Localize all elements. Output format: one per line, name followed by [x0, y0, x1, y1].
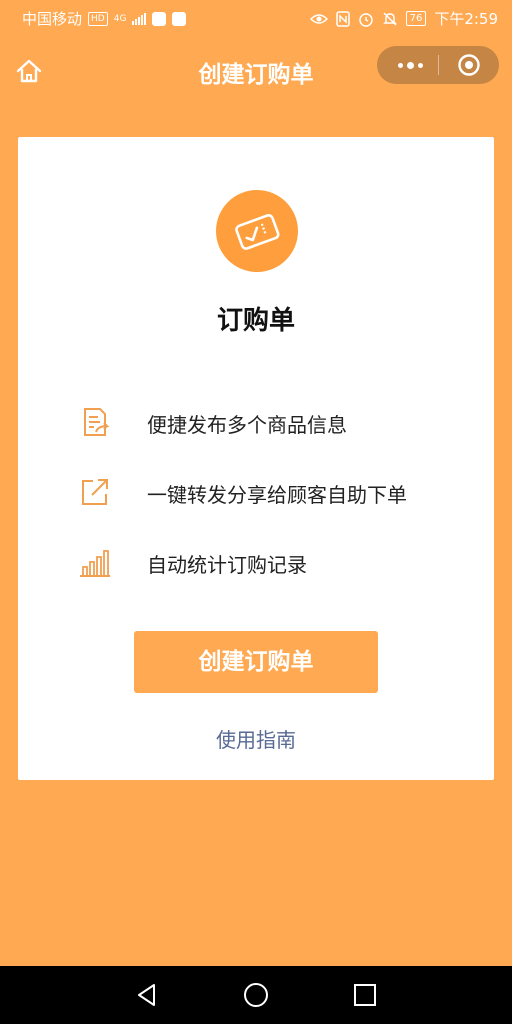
share-icon: [82, 479, 108, 505]
clock-label: 下午2:59: [434, 10, 498, 28]
video-app-icon: [152, 11, 167, 26]
home-circle-icon[interactable]: [241, 980, 271, 1010]
status-left: 中国移动 HD 4G: [22, 8, 187, 29]
feature-item: 一键转发分享给顾客自助下单: [78, 471, 478, 511]
system-nav-bar: [0, 966, 512, 1024]
recents-icon[interactable]: [350, 980, 380, 1010]
mute-icon: [382, 11, 397, 26]
status-right: 76 下午2:59: [309, 8, 498, 29]
signal-icon: [132, 12, 147, 25]
edit-document-icon: [84, 408, 110, 436]
nfc-icon: [335, 10, 350, 27]
feature-text: 一键转发分享给顾客自助下单: [147, 483, 407, 507]
carrier-label: 中国移动: [22, 10, 83, 28]
card-title: 订购单: [216, 306, 295, 336]
eye-icon: [309, 13, 328, 24]
capsule-divider: [438, 55, 439, 75]
nav-bar: 创建订购单: [0, 42, 512, 98]
ticket-icon: [216, 190, 298, 272]
feature-text: 便捷发布多个商品信息: [147, 413, 347, 437]
create-order-button[interactable]: 创建订购单: [134, 631, 378, 693]
back-icon[interactable]: [132, 980, 162, 1010]
feature-item: 便捷发布多个商品信息: [78, 401, 478, 441]
close-target-icon[interactable]: [457, 53, 481, 77]
more-icon[interactable]: [387, 50, 433, 80]
browser-app-icon: [172, 11, 187, 26]
alarm-icon: [358, 12, 373, 27]
feature-text: 自动统计订购记录: [147, 553, 307, 577]
network-label: 4G: [113, 13, 127, 24]
feature-item: 自动统计订购记录: [78, 541, 478, 581]
hd-badge: HD: [88, 11, 108, 26]
user-guide-link[interactable]: 使用指南: [18, 724, 494, 753]
order-card: 订购单 便捷发布多个商品信息 一键转发分享给顾客自助下单 自动统计订购记录 创建…: [18, 137, 494, 780]
mini-program-capsule: [377, 46, 499, 84]
bar-chart-icon: [80, 550, 110, 577]
status-bar: 中国移动 HD 4G 76 下午2:59: [0, 0, 512, 36]
battery-icon: 76: [405, 11, 427, 26]
